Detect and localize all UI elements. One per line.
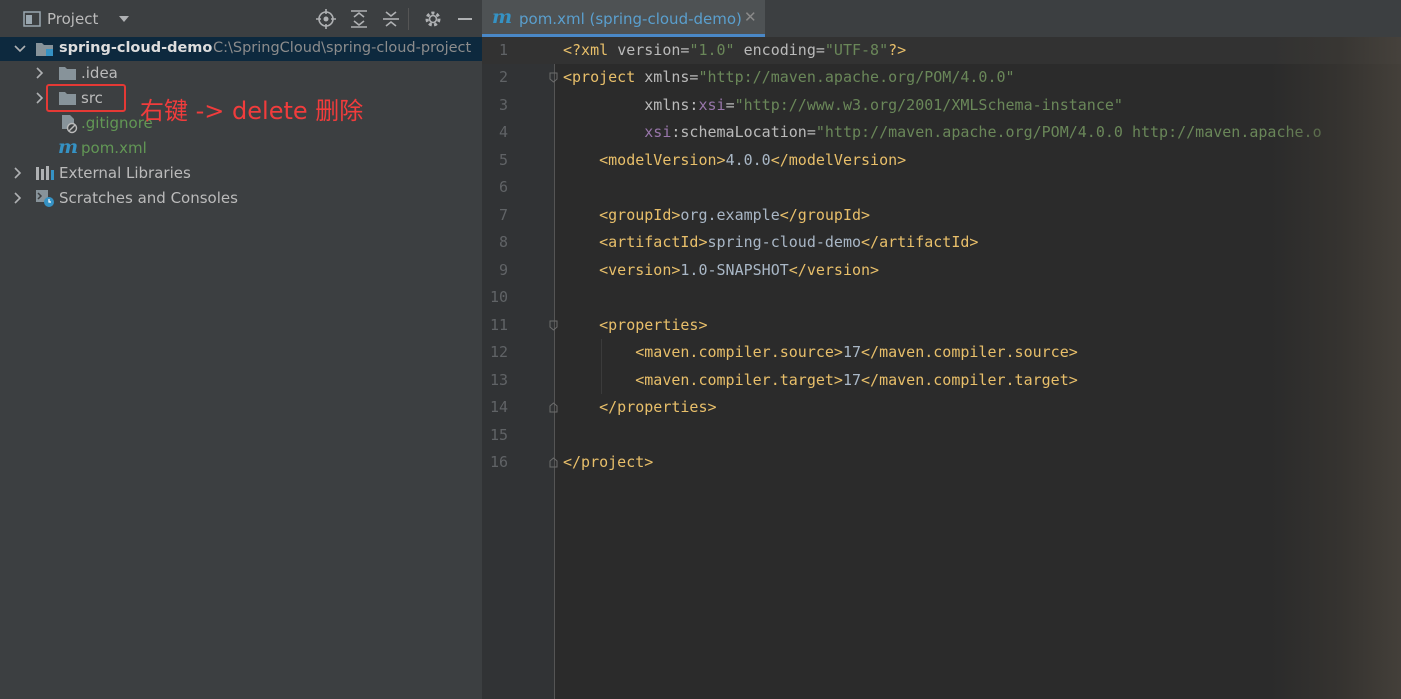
line-number: 12 (489, 343, 508, 361)
line-number: 8 (498, 233, 508, 251)
project-panel-header: Project (0, 0, 482, 37)
code-editor: m pom.xml (spring-cloud-demo) ✕ 1 <?xml … (482, 0, 1401, 699)
minimize-icon[interactable] (456, 9, 474, 29)
maven-file-icon: m (492, 6, 513, 28)
code-line[interactable]: 15 (482, 422, 1401, 449)
tree-item-label: spring-cloud-demo (59, 40, 213, 56)
line-number: 3 (498, 96, 508, 114)
line-number: 1 (498, 41, 508, 59)
project-path: C:\SpringCloud\spring-cloud-project (213, 40, 472, 56)
code-text: <artifactId>spring-cloud-demo</artifactI… (599, 233, 979, 251)
toolbar-separator (408, 8, 409, 30)
code-text: <version>1.0-SNAPSHOT</version> (599, 261, 880, 279)
tree-item-scratches[interactable]: Scratches and Consoles (0, 186, 482, 210)
code-line[interactable]: 7 <groupId>org.example</groupId> (482, 202, 1401, 229)
library-icon (36, 166, 54, 180)
code-text: </project> (563, 453, 654, 471)
line-number: 5 (498, 151, 508, 169)
code-line[interactable]: 6 (482, 174, 1401, 201)
line-number: 13 (489, 371, 508, 389)
tree-item-root[interactable]: spring-cloud-demo C:\SpringCloud\spring-… (0, 37, 482, 61)
code-line[interactable]: 2 <project xmlns="http://maven.apache.or… (482, 64, 1401, 91)
line-number: 15 (489, 426, 508, 444)
line-number: 14 (489, 398, 508, 416)
dropdown-icon[interactable] (118, 15, 130, 23)
tab-label: pom.xml (spring-cloud-demo) (519, 10, 742, 28)
code-text: </properties> (599, 398, 717, 416)
chevron-right-icon[interactable] (14, 167, 22, 179)
tree-item-external-libraries[interactable]: External Libraries (0, 161, 482, 185)
code-line[interactable]: 4 xsi:schemaLocation="http://maven.apach… (482, 119, 1401, 146)
project-panel-icon (23, 11, 41, 27)
expand-all-icon[interactable] (349, 9, 369, 29)
code-text: <properties> (599, 316, 708, 334)
module-folder-icon (36, 43, 53, 56)
folder-icon (59, 67, 76, 80)
code-text: <groupId>org.example</groupId> (599, 206, 871, 224)
code-line[interactable]: 11 <properties> (482, 312, 1401, 339)
line-number: 4 (498, 123, 508, 141)
line-number: 2 (498, 68, 508, 86)
code-text: <project xmlns="http://maven.apache.org/… (563, 68, 1015, 86)
code-line[interactable]: 3 xmlns:xsi="http://www.w3.org/2001/XMLS… (482, 92, 1401, 119)
code-text: <maven.compiler.source>17</maven.compile… (635, 343, 1078, 361)
tree-item-pom[interactable]: m pom.xml (0, 136, 482, 160)
src-highlight-box (46, 84, 126, 112)
code-line[interactable]: 16 </project> (482, 449, 1401, 476)
scratches-icon (36, 190, 54, 207)
code-line[interactable]: 10 (482, 284, 1401, 311)
tree-item-idea[interactable]: .idea (0, 61, 482, 85)
project-panel-title[interactable]: Project (47, 10, 98, 28)
annotation-text: 右键 -> delete 删除 (140, 97, 364, 125)
line-number: 7 (498, 206, 508, 224)
line-number: 9 (498, 261, 508, 279)
code-line[interactable]: 9 <version>1.0-SNAPSHOT</version> (482, 257, 1401, 284)
tree-item-label: .idea (81, 64, 118, 82)
line-number: 16 (489, 453, 508, 471)
tree-item-label: Scratches and Consoles (59, 189, 238, 207)
collapse-all-icon[interactable] (381, 9, 401, 29)
project-tool-window: Project spring-cloud-demo C:\SpringCloud… (0, 0, 482, 699)
code-line[interactable]: 1 <?xml version="1.0" encoding="UTF-8"?> (482, 37, 1401, 64)
gear-icon[interactable] (423, 9, 443, 29)
editor-tab-bar: m pom.xml (spring-cloud-demo) ✕ (482, 0, 1401, 37)
code-line[interactable]: 13 <maven.compiler.target>17</maven.comp… (482, 367, 1401, 394)
code-line[interactable]: 8 <artifactId>spring-cloud-demo</artifac… (482, 229, 1401, 256)
fold-marker-icon[interactable] (549, 72, 558, 83)
line-number: 11 (489, 316, 508, 334)
locate-icon[interactable] (316, 9, 336, 29)
background-image-overlay (1271, 37, 1401, 699)
line-number: 10 (489, 288, 508, 306)
line-number: 6 (498, 178, 508, 196)
code-text: xsi:schemaLocation="http://maven.apache.… (644, 123, 1322, 141)
fold-marker-icon[interactable] (549, 457, 558, 468)
fold-marker-icon[interactable] (549, 402, 558, 413)
code-line[interactable]: 12 <maven.compiler.source>17</maven.comp… (482, 339, 1401, 366)
tree-item-label: pom.xml (81, 139, 147, 157)
chevron-right-icon[interactable] (36, 92, 44, 104)
chevron-right-icon[interactable] (14, 192, 22, 204)
code-text: <?xml version="1.0" encoding="UTF-8"?> (563, 41, 907, 59)
tab-pom-xml[interactable]: m pom.xml (spring-cloud-demo) ✕ (482, 0, 765, 37)
code-line[interactable]: 14 </properties> (482, 394, 1401, 421)
chevron-down-icon[interactable] (14, 45, 26, 53)
gitignore-file-icon (62, 115, 78, 134)
fold-marker-icon[interactable] (549, 320, 558, 331)
chevron-right-icon[interactable] (36, 67, 44, 79)
maven-file-icon: m (58, 136, 79, 158)
code-line[interactable]: 5 <modelVersion>4.0.0</modelVersion> (482, 147, 1401, 174)
tree-item-label: External Libraries (59, 164, 191, 182)
close-icon[interactable]: ✕ (744, 8, 757, 26)
code-text: xmlns:xsi="http://www.w3.org/2001/XMLSch… (644, 96, 1123, 114)
code-text: <modelVersion>4.0.0</modelVersion> (599, 151, 907, 169)
code-text: <maven.compiler.target>17</maven.compile… (635, 371, 1078, 389)
